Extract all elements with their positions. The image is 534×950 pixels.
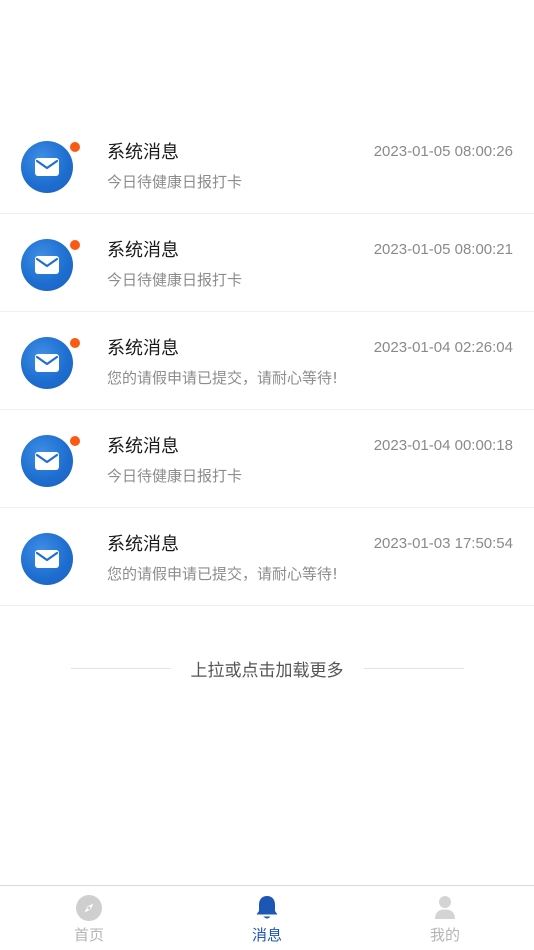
mail-avatar-icon (21, 435, 73, 487)
tab-label: 消息 (251, 926, 282, 944)
tab-profile[interactable]: 我的 (356, 886, 534, 950)
message-item[interactable]: 系统消息 2023-01-04 00:00:18 今日待健康日报打卡 (0, 410, 534, 508)
bell-icon (253, 894, 281, 922)
bottom-tab-bar: 首页 消息 我的 (0, 885, 534, 950)
load-more-button[interactable]: 上拉或点击加载更多 (0, 654, 534, 682)
user-icon (431, 894, 459, 922)
message-body: 您的请假申请已提交，请耐心等待! (107, 565, 339, 583)
message-body: 今日待健康日报打卡 (107, 173, 243, 191)
message-body: 您的请假申请已提交，请耐心等待! (107, 369, 339, 387)
unread-dot (70, 240, 80, 250)
message-item[interactable]: 系统消息 2023-01-05 08:00:26 今日待健康日报打卡 (0, 116, 534, 214)
message-time: 2023-01-03 17:50:54 (373, 535, 513, 552)
message-title: 系统消息 (107, 338, 179, 359)
mail-avatar-icon (21, 533, 73, 585)
message-title: 系统消息 (107, 240, 179, 261)
tab-home[interactable]: 首页 (0, 886, 178, 950)
tab-label: 首页 (73, 926, 104, 944)
message-item[interactable]: 系统消息 2023-01-04 02:26:04 您的请假申请已提交，请耐心等待… (0, 312, 534, 410)
message-time: 2023-01-04 02:26:04 (373, 339, 513, 356)
mail-avatar-icon (21, 141, 73, 193)
message-list: 系统消息 2023-01-05 08:00:26 今日待健康日报打卡 系统消息 … (0, 116, 534, 606)
unread-dot (70, 338, 80, 348)
compass-icon (75, 894, 103, 922)
message-body: 今日待健康日报打卡 (107, 271, 243, 289)
tab-messages[interactable]: 消息 (178, 886, 356, 950)
message-time: 2023-01-05 08:00:26 (373, 143, 513, 160)
message-item[interactable]: 系统消息 2023-01-03 17:50:54 您的请假申请已提交，请耐心等待… (0, 508, 534, 606)
message-title: 系统消息 (107, 436, 179, 457)
message-time: 2023-01-04 00:00:18 (373, 437, 513, 454)
message-body: 今日待健康日报打卡 (107, 467, 243, 485)
unread-dot (70, 436, 80, 446)
mail-avatar-icon (21, 337, 73, 389)
load-more-label: 上拉或点击加载更多 (190, 660, 344, 681)
message-title: 系统消息 (107, 142, 179, 163)
message-title: 系统消息 (107, 534, 179, 555)
divider-right (363, 667, 464, 669)
divider-left (70, 667, 171, 669)
message-time: 2023-01-05 08:00:21 (373, 241, 513, 258)
mail-avatar-icon (21, 239, 73, 291)
unread-dot (70, 142, 80, 152)
tab-label: 我的 (429, 926, 460, 944)
message-item[interactable]: 系统消息 2023-01-05 08:00:21 今日待健康日报打卡 (0, 214, 534, 312)
